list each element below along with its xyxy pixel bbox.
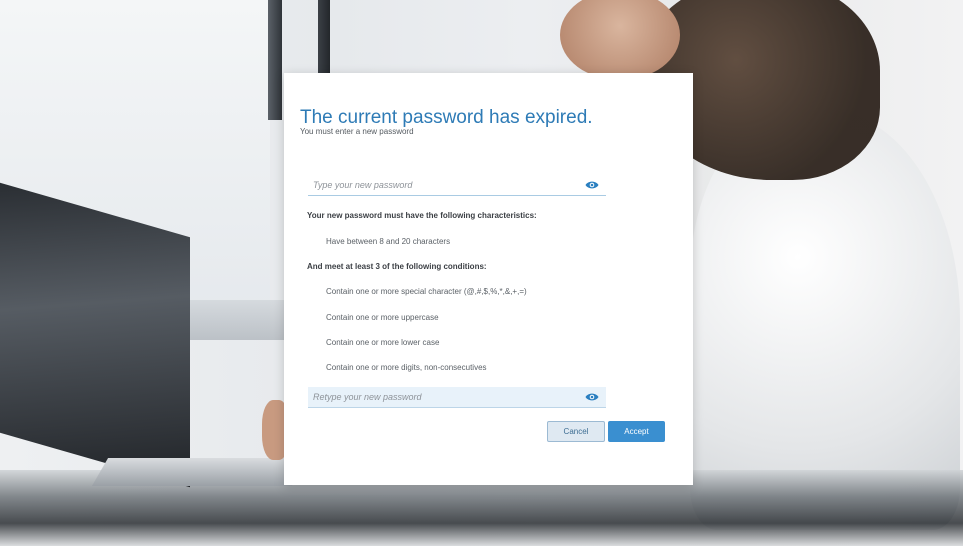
cancel-button[interactable]: Cancel <box>547 421 605 442</box>
dialog-title: The current password has expired. <box>300 107 593 128</box>
conditions-heading: And meet at least 3 of the following con… <box>307 262 487 271</box>
new-password-input[interactable] <box>308 176 584 194</box>
condition-uppercase: Contain one or more uppercase <box>326 313 439 322</box>
length-rule: Have between 8 and 20 characters <box>326 237 451 246</box>
background-window-frame <box>268 0 282 120</box>
password-expired-dialog: The current password has expired. You mu… <box>284 73 693 485</box>
background-laptop-base <box>91 458 309 486</box>
retype-password-input[interactable] <box>308 388 584 406</box>
eye-icon[interactable] <box>584 179 600 191</box>
condition-digits: Contain one or more digits, non-consecut… <box>326 363 487 372</box>
background-laptop <box>0 182 190 488</box>
eye-icon[interactable] <box>584 391 600 403</box>
new-password-field <box>308 175 606 196</box>
accept-button[interactable]: Accept <box>608 421 665 442</box>
dialog-subtitle: You must enter a new password <box>300 127 414 136</box>
condition-special-character: Contain one or more special character (@… <box>326 287 527 296</box>
retype-password-field <box>308 387 606 408</box>
requirements-heading: Your new password must have the followin… <box>307 211 537 220</box>
condition-lowercase: Contain one or more lower case <box>326 338 440 347</box>
